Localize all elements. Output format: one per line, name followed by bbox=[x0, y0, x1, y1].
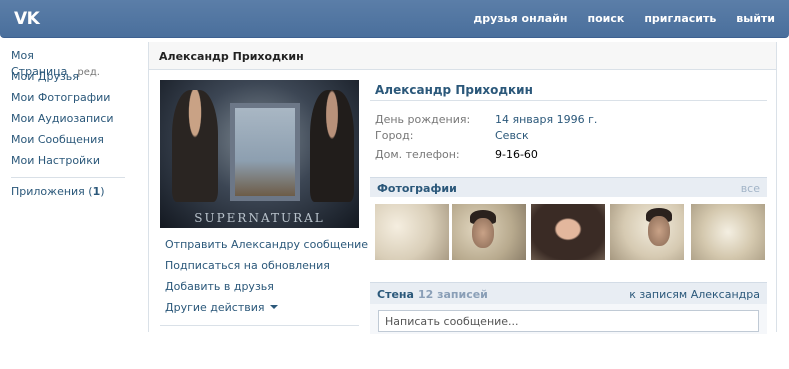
info-row-city: Город: Севск bbox=[375, 129, 529, 142]
nav-friends-online[interactable]: друзья онлайн bbox=[473, 12, 567, 25]
subscribe-link[interactable]: Подписаться на обновления bbox=[165, 258, 368, 279]
city-label: Город: bbox=[375, 129, 414, 142]
profile-actions: Отправить Александру сообщение Подписать… bbox=[165, 237, 368, 321]
photo-face bbox=[648, 216, 670, 246]
phone-label: Дом. телефон: bbox=[375, 148, 460, 161]
wall-count[interactable]: 12 записей bbox=[418, 288, 488, 301]
photos-title[interactable]: Фотографии bbox=[377, 182, 457, 195]
top-header-bar: VK друзья онлайн поиск пригласить выйти bbox=[0, 0, 789, 38]
photo-thumbnail[interactable] bbox=[691, 204, 765, 260]
actions-divider bbox=[160, 325, 359, 326]
avatar-frame bbox=[230, 103, 300, 201]
sidebar-item-apps[interactable]: Приложения (1) bbox=[11, 184, 125, 205]
edit-link[interactable]: ред. bbox=[77, 67, 100, 78]
sidebar-apps-label[interactable]: Приложения ( bbox=[11, 185, 93, 198]
photo-thumbnail[interactable] bbox=[531, 204, 605, 260]
wall-title-label[interactable]: Стена bbox=[377, 288, 414, 301]
wall-posts-link[interactable]: к записям Александра bbox=[629, 288, 760, 301]
sidebar-item-messages[interactable]: Мои Сообщения bbox=[11, 132, 125, 153]
sidebar-item-friends[interactable]: Мои Друзья bbox=[11, 69, 125, 90]
wall-title[interactable]: Стена 12 записей bbox=[377, 288, 488, 301]
photo-face bbox=[472, 218, 494, 248]
photo-thumbnail[interactable] bbox=[610, 204, 684, 260]
name-divider bbox=[370, 100, 767, 101]
sidebar-item-my-page[interactable]: Моя Страница ред. bbox=[11, 48, 125, 78]
photo-thumbnail[interactable] bbox=[375, 204, 449, 260]
city-value[interactable]: Севск bbox=[495, 129, 529, 142]
sidebar-item-photos[interactable]: Мои Фотографии bbox=[11, 90, 125, 111]
other-actions-dropdown[interactable]: Другие действия bbox=[165, 300, 368, 321]
vk-logo[interactable]: VK bbox=[14, 9, 40, 29]
other-actions-label[interactable]: Другие действия bbox=[165, 301, 265, 314]
chevron-down-icon bbox=[269, 305, 278, 309]
nav-invite[interactable]: пригласить bbox=[644, 12, 716, 25]
profile-panel: Александр Приходкин SUPERNATURAL Отправи… bbox=[148, 42, 777, 334]
sidebar-divider bbox=[11, 177, 125, 178]
add-friend-link[interactable]: Добавить в друзья bbox=[165, 279, 368, 300]
page-title: Александр Приходкин bbox=[149, 42, 776, 70]
birthday-label: День рождения: bbox=[375, 113, 471, 126]
wall-section-header: Стена 12 записей к записям Александра bbox=[370, 282, 767, 304]
sidebar-apps-close: ) bbox=[100, 185, 105, 198]
info-row-phone: Дом. телефон: 9-16-60 bbox=[375, 148, 538, 161]
wall-message-input[interactable] bbox=[378, 310, 759, 332]
photos-section-header: Фотографии все bbox=[370, 177, 767, 197]
profile-name: Александр Приходкин bbox=[375, 83, 533, 97]
top-navigation: друзья онлайн поиск пригласить выйти bbox=[473, 12, 775, 25]
info-row-birthday: День рождения: 14 января 1996 г. bbox=[375, 113, 597, 126]
nav-logout[interactable]: выйти bbox=[736, 12, 775, 25]
nav-search[interactable]: поиск bbox=[587, 12, 624, 25]
avatar-caption: SUPERNATURAL bbox=[194, 211, 325, 225]
profile-avatar[interactable]: SUPERNATURAL bbox=[160, 80, 359, 228]
wall-compose-area bbox=[370, 304, 767, 334]
sidebar-item-audio[interactable]: Мои Аудиозаписи bbox=[11, 111, 125, 132]
avatar-figure-right bbox=[310, 90, 354, 202]
left-sidebar: Моя Страница ред. Мои Друзья Мои Фотограф… bbox=[11, 48, 125, 205]
avatar-figure-left bbox=[172, 90, 218, 202]
sidebar-item-settings[interactable]: Мои Настройки bbox=[11, 153, 125, 174]
photo-thumbnail[interactable] bbox=[452, 204, 526, 260]
send-message-link[interactable]: Отправить Александру сообщение bbox=[165, 237, 368, 258]
phone-value: 9-16-60 bbox=[495, 148, 538, 161]
photos-all-link[interactable]: все bbox=[741, 182, 760, 195]
birthday-value[interactable]: 14 января 1996 г. bbox=[495, 113, 597, 126]
